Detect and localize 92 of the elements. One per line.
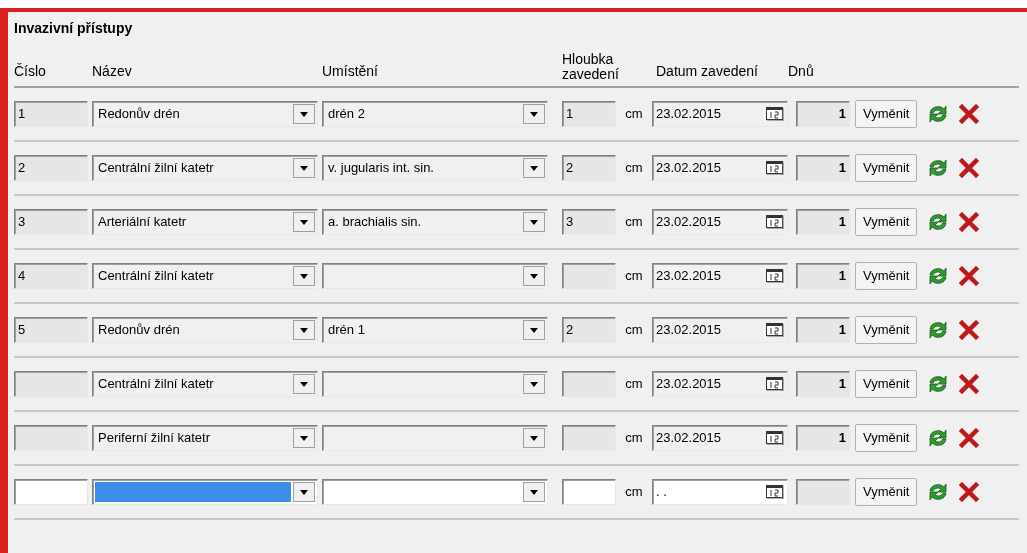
depth-field[interactable] (562, 479, 616, 505)
days-field[interactable]: 1 (796, 317, 850, 343)
column-header: Hloubka zavedení (562, 52, 620, 82)
refresh-icon[interactable] (927, 158, 950, 178)
unit-label: cm (624, 321, 644, 340)
unit-label: cm (624, 267, 644, 286)
number-field[interactable] (14, 479, 88, 505)
days-field[interactable]: 1 (796, 209, 850, 235)
column-header: Dnů (788, 62, 815, 81)
refresh-icon[interactable] (927, 212, 950, 232)
date-field[interactable]: 23.02.2015 (652, 425, 788, 451)
name-dropdown[interactable] (92, 479, 318, 505)
calendar-icon[interactable] (766, 377, 784, 391)
replace-button[interactable]: Vyměnit (855, 424, 918, 452)
date-field[interactable]: . . (652, 479, 788, 505)
depth-field[interactable]: 1 (562, 101, 616, 127)
number-field[interactable]: 5 (14, 317, 88, 343)
number-field[interactable] (14, 371, 88, 397)
days-field[interactable] (796, 479, 850, 505)
depth-field[interactable]: 2 (562, 155, 616, 181)
replace-button[interactable]: Vyměnit (855, 262, 918, 290)
replace-button[interactable]: Vyměnit (855, 370, 918, 398)
depth-field[interactable] (562, 425, 616, 451)
depth-field[interactable] (562, 371, 616, 397)
replace-button[interactable]: Vyměnit (855, 316, 918, 344)
name-dropdown[interactable]: Centrální žilní katetr (92, 263, 318, 289)
days-field[interactable]: 1 (796, 371, 850, 397)
calendar-icon[interactable] (766, 215, 784, 229)
replace-button[interactable]: Vyměnit (855, 478, 918, 506)
depth-field[interactable]: 2 (562, 317, 616, 343)
refresh-icon[interactable] (927, 428, 950, 448)
column-header: Název (92, 62, 133, 81)
calendar-icon[interactable] (766, 431, 784, 445)
replace-button[interactable]: Vyměnit (855, 100, 918, 128)
name-dropdown[interactable]: Redonův drén (92, 101, 318, 127)
unit-label: cm (624, 483, 644, 502)
name-dropdown[interactable]: Centrální žilní katetr (92, 155, 318, 181)
delete-icon[interactable] (959, 482, 980, 502)
panel-title: Invazivní přístupy (14, 19, 134, 38)
unit-label: cm (624, 213, 644, 232)
calendar-icon[interactable] (766, 107, 784, 121)
calendar-icon[interactable] (766, 323, 784, 337)
unit-label: cm (624, 429, 644, 448)
number-field[interactable] (14, 425, 88, 451)
depth-field[interactable] (562, 263, 616, 289)
refresh-icon[interactable] (927, 266, 950, 286)
number-field[interactable]: 3 (14, 209, 88, 235)
number-field[interactable]: 1 (14, 101, 88, 127)
location-dropdown[interactable]: drén 1 (322, 317, 548, 343)
days-field[interactable]: 1 (796, 155, 850, 181)
date-field[interactable]: 23.02.2015 (652, 209, 788, 235)
name-dropdown[interactable]: Redonův drén (92, 317, 318, 343)
date-field[interactable]: 23.02.2015 (652, 263, 788, 289)
location-dropdown[interactable] (322, 479, 548, 505)
date-field[interactable]: 23.02.2015 (652, 155, 788, 181)
unit-label: cm (624, 105, 644, 124)
delete-icon[interactable] (959, 266, 980, 286)
replace-button[interactable]: Vyměnit (855, 154, 918, 182)
number-field[interactable]: 4 (14, 263, 88, 289)
calendar-icon[interactable] (766, 269, 784, 283)
depth-field[interactable]: 3 (562, 209, 616, 235)
replace-button[interactable]: Vyměnit (855, 208, 918, 236)
delete-icon[interactable] (959, 158, 980, 178)
column-header: Datum zavedení (656, 62, 759, 81)
delete-icon[interactable] (959, 374, 980, 394)
days-field[interactable]: 1 (796, 263, 850, 289)
delete-icon[interactable] (959, 212, 980, 232)
refresh-icon[interactable] (927, 104, 950, 124)
location-dropdown[interactable]: a. brachialis sin. (322, 209, 548, 235)
refresh-icon[interactable] (927, 320, 950, 340)
name-dropdown[interactable]: Arteriální katetr (92, 209, 318, 235)
days-field[interactable]: 1 (796, 101, 850, 127)
delete-icon[interactable] (959, 320, 980, 340)
location-dropdown[interactable]: v. jugularis int. sin. (322, 155, 548, 181)
calendar-icon[interactable] (766, 161, 784, 175)
location-dropdown[interactable]: drén 2 (322, 101, 548, 127)
date-field[interactable]: 23.02.2015 (652, 317, 788, 343)
refresh-icon[interactable] (927, 482, 950, 502)
date-field[interactable]: 23.02.2015 (652, 371, 788, 397)
column-header: Umístění (322, 62, 379, 81)
date-field[interactable]: 23.02.2015 (652, 101, 788, 127)
refresh-icon[interactable] (927, 374, 950, 394)
column-header: Číslo (14, 62, 47, 81)
name-dropdown[interactable]: Periferní žilní katetr (92, 425, 318, 451)
unit-label: cm (624, 159, 644, 178)
number-field[interactable]: 2 (14, 155, 88, 181)
name-dropdown[interactable]: Centrální žilní katetr (92, 371, 318, 397)
delete-icon[interactable] (959, 428, 980, 448)
delete-icon[interactable] (959, 104, 980, 124)
calendar-icon[interactable] (766, 485, 784, 499)
days-field[interactable]: 1 (796, 425, 850, 451)
unit-label: cm (624, 375, 644, 394)
